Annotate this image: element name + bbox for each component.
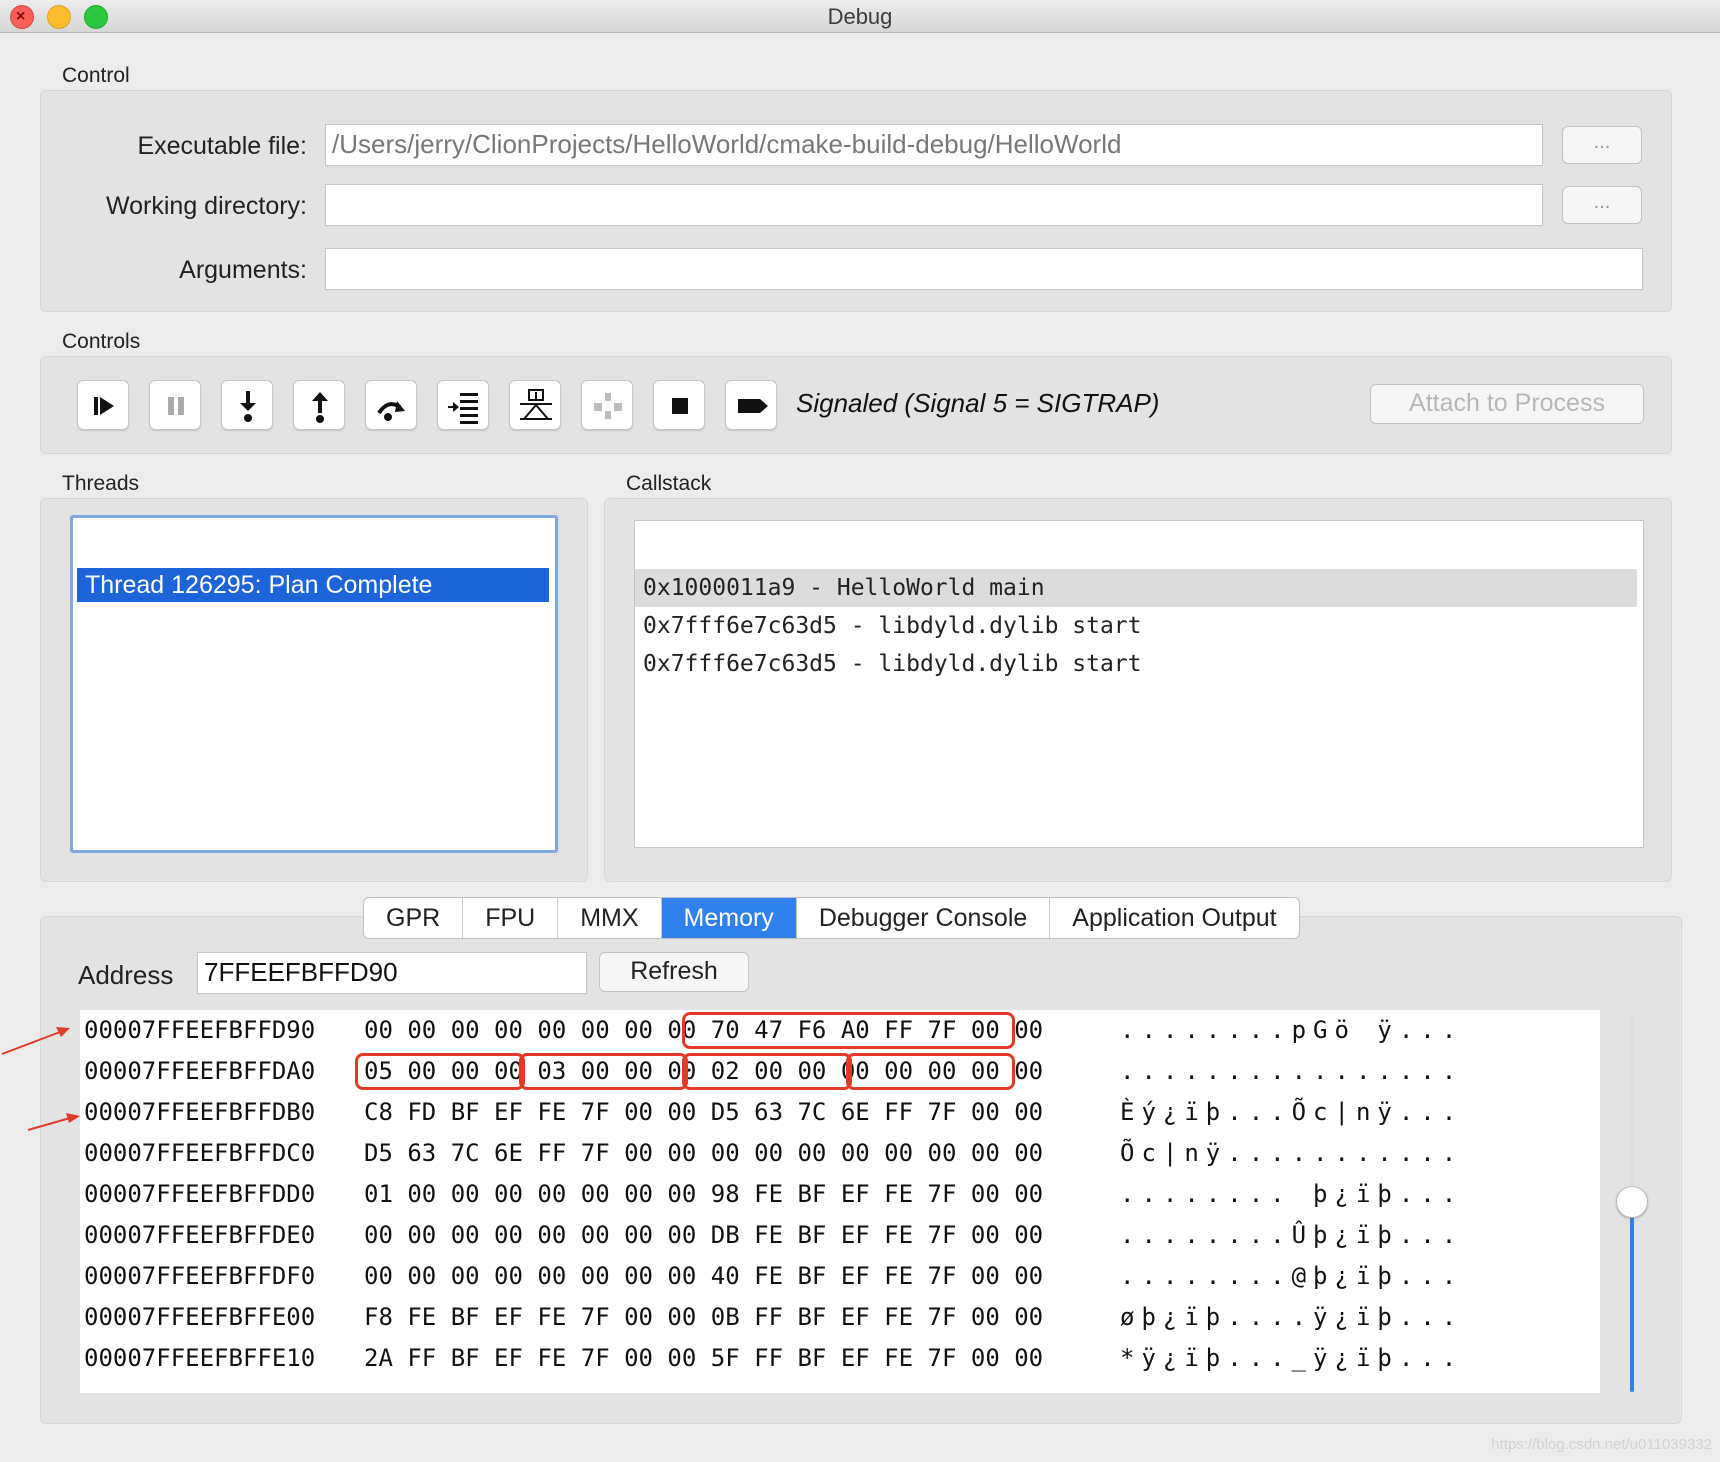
- memory-view[interactable]: 00007FFEEFBFFD90 00 00 00 00 00 00 00 00 …: [80, 1010, 1600, 1393]
- memory-address: 00007FFEEFBFFDD0: [84, 1180, 316, 1208]
- executable-file-label: Executable file:: [137, 132, 307, 160]
- memory-address: 00007FFEEFBFFDF0: [84, 1262, 316, 1290]
- memory-address: 00007FFEEFBFFD90: [84, 1016, 316, 1044]
- memory-ascii: Èý¿ïþ...Õc|nÿ...: [1120, 1098, 1464, 1126]
- title-bar: × Debug: [0, 0, 1720, 33]
- memory-hex-bytes: 01 00 00 00 00 00 00 00 98 FE BF EF FE 7…: [364, 1180, 1044, 1208]
- arrow-icon: [1, 1031, 61, 1055]
- memory-scrollbar-fill: [1630, 1200, 1634, 1392]
- threads-list[interactable]: Thread 126295: Plan Complete: [70, 515, 558, 853]
- memory-ascii: ........Ûþ¿ïþ...: [1120, 1221, 1464, 1249]
- memory-hex-bytes: F8 FE BF EF FE 7F 00 00 0B FF BF EF FE 7…: [364, 1303, 1044, 1331]
- tab-application-output[interactable]: Application Output: [1050, 898, 1298, 938]
- executable-file-field[interactable]: /Users/jerry/ClionProjects/HelloWorld/cm…: [325, 124, 1543, 166]
- continue-button[interactable]: [77, 380, 129, 430]
- memory-ascii: ........pGö ÿ...: [1120, 1016, 1464, 1044]
- continue-icon: [94, 397, 114, 415]
- memory-hex-bytes: 00 00 00 00 00 00 00 00 DB FE BF EF FE 7…: [364, 1221, 1044, 1249]
- tab-memory[interactable]: Memory: [661, 898, 797, 938]
- browse-directory-button[interactable]: ...: [1562, 186, 1642, 224]
- tab-fpu[interactable]: FPU: [463, 898, 559, 938]
- highlight-box: [682, 1012, 1016, 1049]
- arguments-label: Arguments:: [179, 256, 307, 284]
- memory-address: 00007FFEEFBFFDE0: [84, 1221, 316, 1249]
- browse-executable-button[interactable]: ...: [1562, 126, 1642, 164]
- step-over-icon: [377, 401, 405, 421]
- memory-ascii: ................: [1120, 1057, 1464, 1085]
- step-instruction-button[interactable]: [437, 380, 489, 430]
- highlight-box: [518, 1053, 689, 1090]
- step-instruction-icon: [448, 393, 478, 424]
- callstack-list[interactable]: 0x1000011a9 - HelloWorld main 0x7fff6e7c…: [634, 520, 1644, 848]
- memory-scroll-knob[interactable]: [1616, 1186, 1648, 1218]
- window-title: Debug: [827, 4, 893, 29]
- address-input[interactable]: 7FFEEFBFFD90: [197, 952, 587, 994]
- detach-button[interactable]: [725, 380, 777, 430]
- memory-hex-bytes: D5 63 7C 6E FF 7F 00 00 00 00 00 00 00 0…: [364, 1139, 1044, 1167]
- attach-to-process-button[interactable]: Attach to Process: [1370, 384, 1644, 424]
- step-disabled-icon: [594, 393, 622, 419]
- working-directory-label: Working directory:: [106, 192, 307, 220]
- pause-button[interactable]: [149, 380, 201, 430]
- threads-section-label: Threads: [62, 472, 140, 495]
- step-over-button[interactable]: [365, 380, 417, 430]
- tab-gpr[interactable]: GPR: [364, 898, 464, 938]
- step-into-icon: [240, 391, 256, 422]
- step-out-icon: [312, 392, 328, 423]
- stop-icon: [672, 398, 688, 414]
- arrow-icon: [27, 1117, 71, 1131]
- memory-ascii: ........ þ¿ïþ...: [1120, 1180, 1464, 1208]
- highlight-box: [355, 1053, 525, 1090]
- memory-ascii: *ÿ¿ïþ..._ÿ¿ïþ...: [1120, 1344, 1464, 1372]
- memory-hex-bytes: 00 00 00 00 00 00 00 00 40 FE BF EF FE 7…: [364, 1262, 1044, 1290]
- memory-hex-bytes: C8 FD BF EF FE 7F 00 00 D5 63 7C 6E FF 7…: [364, 1098, 1044, 1126]
- highlight-box: [682, 1053, 852, 1090]
- memory-hex-bytes: 2A FF BF EF FE 7F 00 00 5F FF BF EF FE 7…: [364, 1344, 1044, 1372]
- memory-address: 00007FFEEFBFFE00: [84, 1303, 316, 1331]
- step-over-instruction-button[interactable]: [509, 380, 561, 430]
- thread-item[interactable]: Thread 126295: Plan Complete: [77, 568, 549, 602]
- step-over-instruction-icon: [520, 389, 552, 420]
- address-label: Address: [78, 960, 174, 990]
- debugger-status: Signaled (Signal 5 = SIGTRAP): [796, 388, 1160, 418]
- memory-address: 00007FFEEFBFFDC0: [84, 1139, 316, 1167]
- stop-button[interactable]: [653, 380, 705, 430]
- step-out-button[interactable]: [293, 380, 345, 430]
- memory-address: 00007FFEEFBFFDB0: [84, 1098, 316, 1126]
- controls-section-label: Controls: [62, 330, 141, 353]
- callstack-item[interactable]: 0x1000011a9 - HelloWorld main: [635, 569, 1637, 607]
- step-disabled-button[interactable]: [581, 380, 633, 430]
- highlight-box: [845, 1053, 1016, 1090]
- memory-ascii: Õc|nÿ...........: [1120, 1139, 1464, 1167]
- memory-address: 00007FFEEFBFFDA0: [84, 1057, 316, 1085]
- annotation-arrows: [1, 1027, 80, 1131]
- tab-mmx[interactable]: MMX: [558, 898, 662, 938]
- callstack-section-label: Callstack: [626, 472, 712, 495]
- callstack-item[interactable]: 0x7fff6e7c63d5 - libdyld.dylib start: [635, 607, 1637, 645]
- control-section-label: Control: [62, 64, 130, 87]
- tab-bar: GPR FPU MMX Memory Debugger Console Appl…: [363, 897, 1300, 939]
- tab-debugger-console[interactable]: Debugger Console: [797, 898, 1051, 938]
- callstack-item[interactable]: 0x7fff6e7c63d5 - libdyld.dylib start: [635, 645, 1637, 683]
- working-directory-field[interactable]: [325, 184, 1543, 226]
- memory-ascii: ........@þ¿ïþ...: [1120, 1262, 1464, 1290]
- memory-address: 00007FFEEFBFFE10: [84, 1344, 316, 1372]
- detach-icon: [738, 399, 768, 413]
- watermark: https://blog.csdn.net/u011039332: [1491, 1436, 1712, 1453]
- memory-ascii: øþ¿ïþ....ÿ¿ïþ...: [1120, 1303, 1464, 1331]
- step-into-button[interactable]: [221, 380, 273, 430]
- arguments-field[interactable]: [325, 248, 1643, 290]
- refresh-button[interactable]: Refresh: [599, 952, 749, 992]
- pause-icon: [168, 397, 184, 415]
